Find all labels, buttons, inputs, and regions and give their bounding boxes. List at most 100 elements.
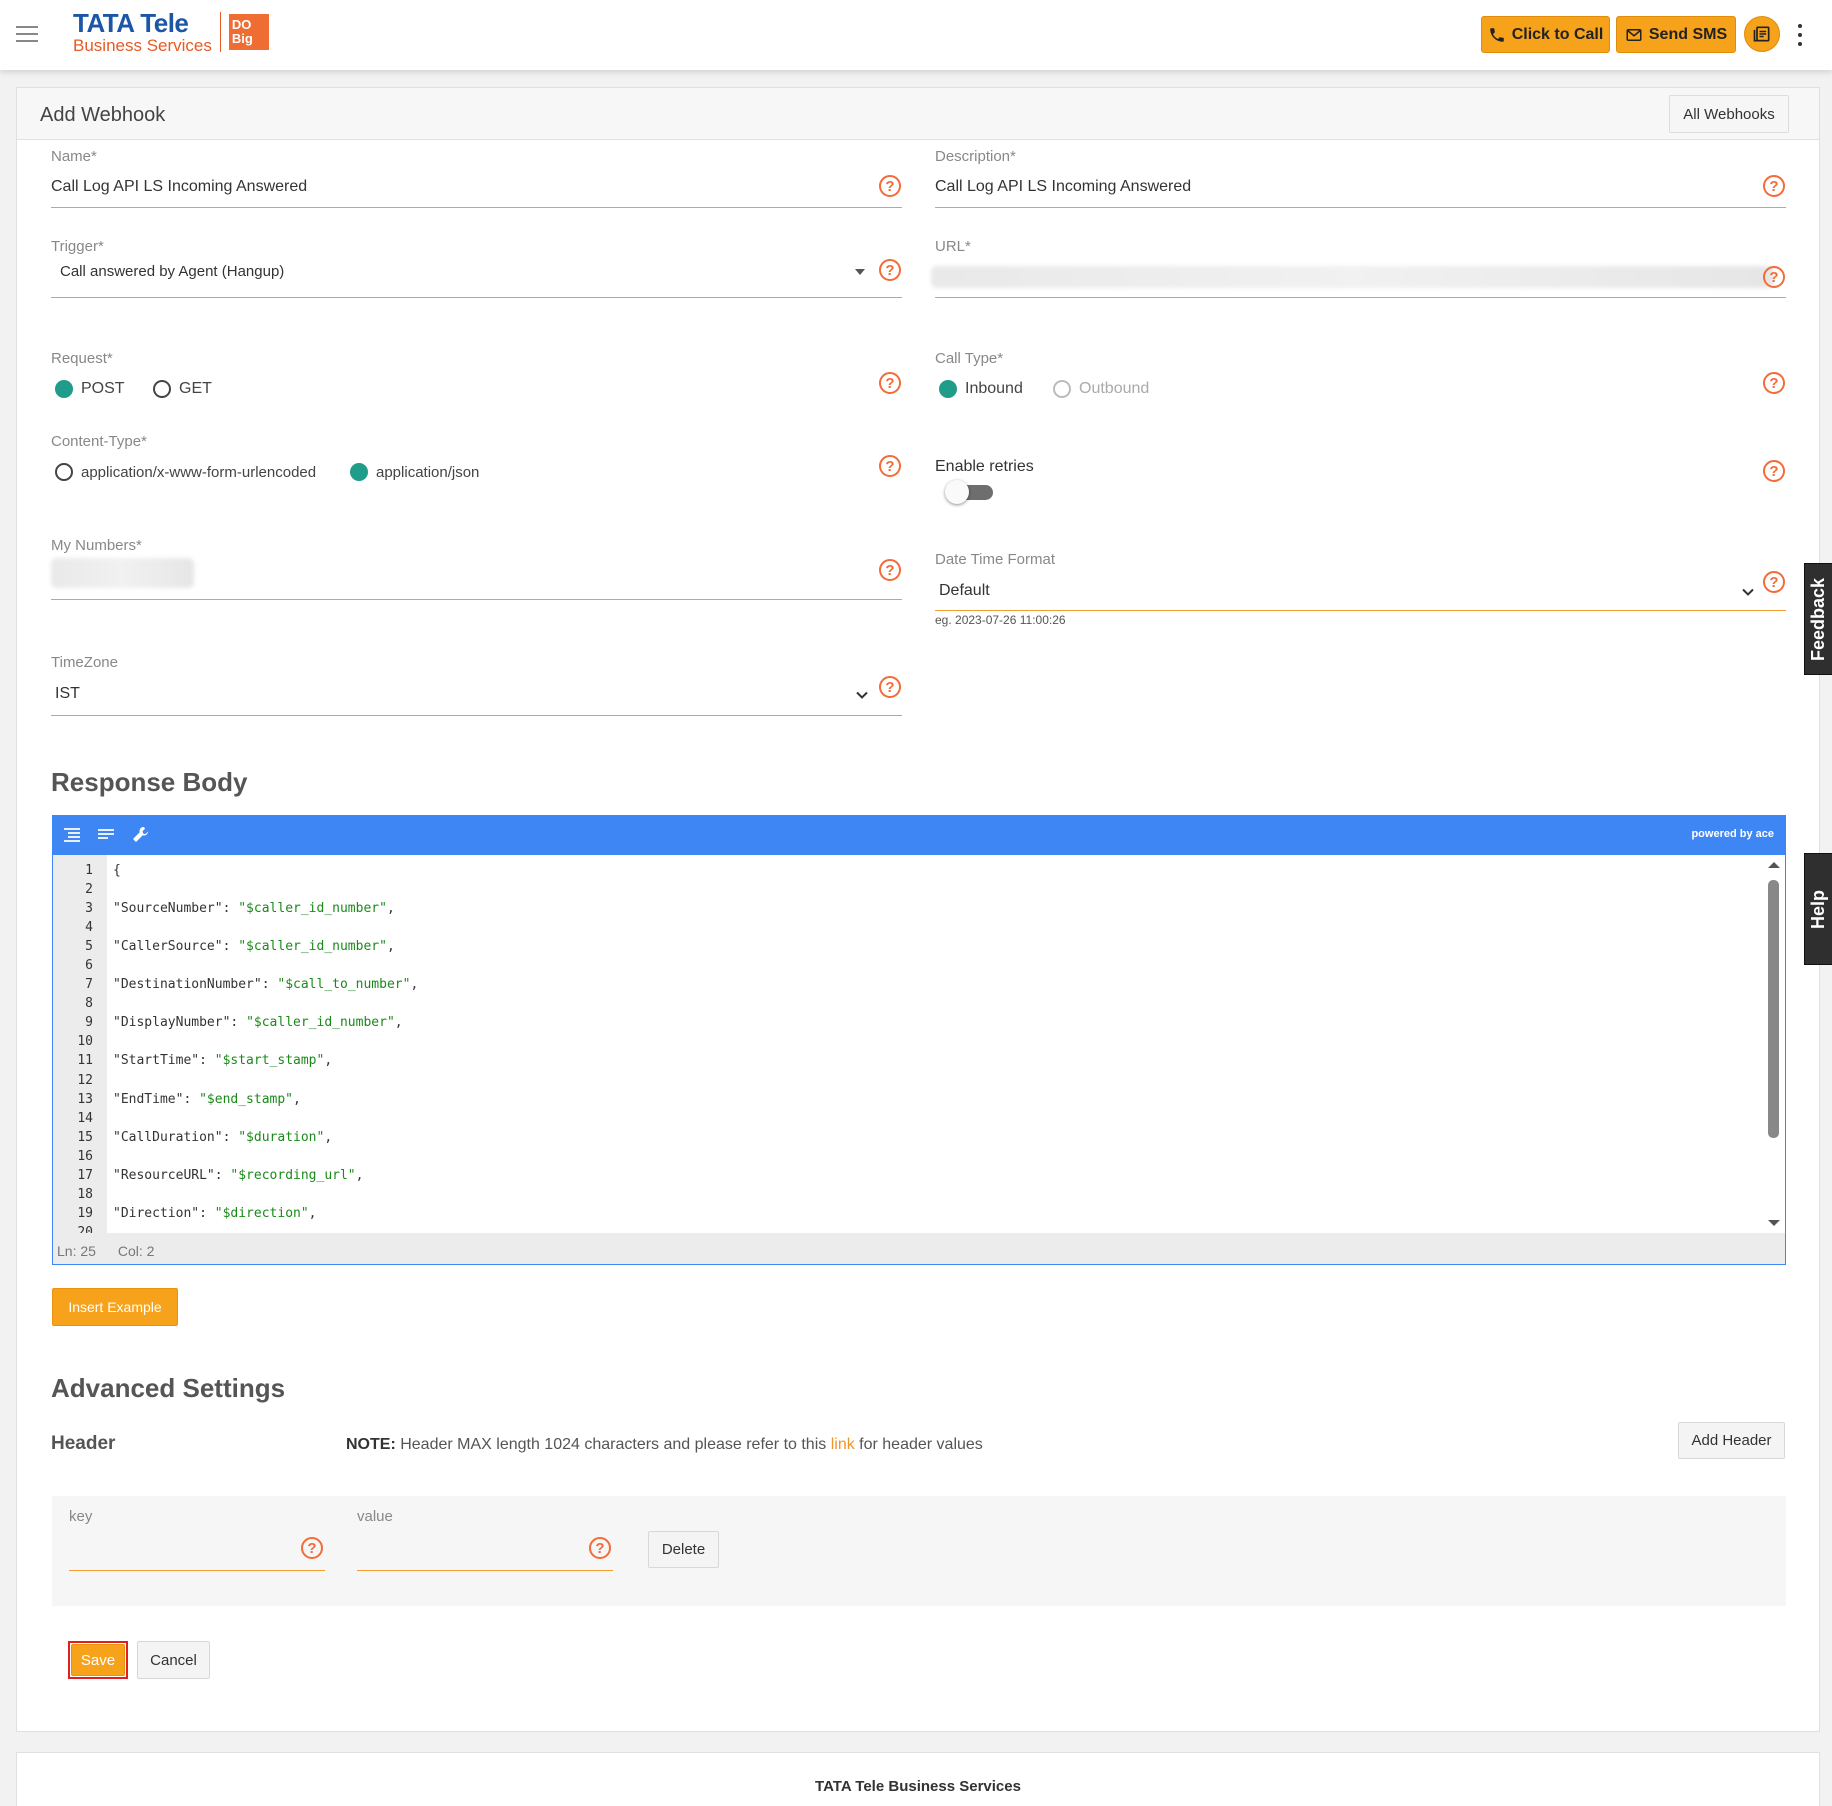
note-link[interactable]: link: [831, 1436, 855, 1453]
code-punct: ,: [324, 1053, 333, 1069]
logo-badge: DO Big: [228, 14, 269, 50]
note-prefix: NOTE:: [346, 1436, 396, 1453]
scroll-down-icon[interactable]: [1767, 1218, 1781, 1228]
editor-line-number: 4: [85, 920, 93, 936]
cursor-col: Col: 2: [117, 1243, 155, 1259]
call-type-help-icon[interactable]: ?: [1763, 372, 1785, 394]
enable-retries-help-icon[interactable]: ?: [1763, 460, 1785, 482]
scroll-up-icon[interactable]: [1767, 860, 1781, 870]
editor-code-line[interactable]: {: [113, 861, 418, 880]
chevron-down-icon[interactable]: [1741, 585, 1755, 599]
description-input[interactable]: Call Log API LS Incoming Answered: [935, 178, 1191, 196]
timezone-label: TimeZone: [51, 654, 118, 671]
editor-code-line[interactable]: [113, 994, 418, 1013]
url-help-icon[interactable]: ?: [1763, 266, 1785, 288]
description-help-icon[interactable]: ?: [1763, 175, 1785, 197]
date-time-format-help-icon[interactable]: ?: [1763, 571, 1785, 593]
feedback-tab[interactable]: Feedback: [1804, 563, 1832, 675]
editor-code-line[interactable]: "CallerSource": "$caller_id_number",: [113, 937, 418, 956]
content-type-json-radio[interactable]: application/json: [350, 463, 479, 481]
my-numbers-underline: [51, 599, 902, 600]
notes-button[interactable]: [1744, 16, 1780, 52]
enable-retries-toggle[interactable]: [945, 480, 995, 504]
content-type-help-icon[interactable]: ?: [879, 455, 901, 477]
brand-logo[interactable]: TATA Tele Business Services DO Big: [73, 10, 269, 54]
wrench-icon[interactable]: [129, 824, 151, 846]
editor-code-line[interactable]: [113, 1032, 418, 1051]
editor-code-line[interactable]: "CallDuration": "$duration",: [113, 1128, 418, 1147]
header-key-input[interactable]: [69, 1570, 325, 1571]
header-key-label: key: [69, 1508, 93, 1525]
my-numbers-help-icon[interactable]: ?: [879, 559, 901, 581]
name-underline: [51, 207, 902, 208]
header-value-help-icon[interactable]: ?: [589, 1537, 611, 1559]
code-value: "$recording_url": [230, 1167, 356, 1183]
editor-code-line[interactable]: "DisplayNumber": "$caller_id_number",: [113, 1013, 418, 1032]
editor-code-line[interactable]: "Direction": "$direction",: [113, 1204, 418, 1223]
timezone-select[interactable]: IST: [55, 685, 80, 703]
editor-code-line[interactable]: [113, 918, 418, 937]
editor-code[interactable]: { "SourceNumber": "$caller_id_number", "Ca…: [113, 861, 418, 1242]
code-key: "CallerSource":: [113, 939, 239, 955]
trigger-select[interactable]: Call answered by Agent (Hangup): [60, 263, 284, 280]
header-key-help-icon[interactable]: ?: [301, 1537, 323, 1559]
code-value: "$caller_id_number": [238, 939, 387, 955]
hamburger-menu-icon[interactable]: [16, 26, 38, 42]
my-numbers-redacted[interactable]: [51, 558, 194, 588]
editor-scrollbar-thumb[interactable]: [1768, 880, 1779, 1138]
editor-code-line[interactable]: "ResourceURL": "$recording_url",: [113, 1166, 418, 1185]
chevron-down-icon[interactable]: [855, 688, 869, 702]
call-type-inbound-radio[interactable]: Inbound: [939, 380, 1023, 398]
powered-by-ace: powered by ace: [1691, 828, 1774, 840]
code-value: "$duration": [238, 1129, 325, 1145]
call-type-outbound-radio[interactable]: Outbound: [1053, 380, 1149, 398]
request-help-icon[interactable]: ?: [879, 372, 901, 394]
cancel-button[interactable]: Cancel: [137, 1641, 210, 1679]
insert-example-button[interactable]: Insert Example: [52, 1288, 178, 1326]
code-punct: ,: [355, 1167, 364, 1183]
name-help-icon[interactable]: ?: [879, 175, 901, 197]
editor-code-line[interactable]: [113, 1147, 418, 1166]
editor-code-line[interactable]: [113, 956, 418, 975]
editor-code-line[interactable]: "SourceNumber": "$caller_id_number",: [113, 899, 418, 918]
editor-line-number: 9: [85, 1015, 93, 1031]
editor-code-line[interactable]: [113, 1109, 418, 1128]
delete-header-button[interactable]: Delete: [648, 1531, 719, 1568]
name-input[interactable]: Call Log API LS Incoming Answered: [51, 178, 307, 196]
send-sms-button[interactable]: Send SMS: [1616, 16, 1736, 53]
format-icon[interactable]: [61, 824, 83, 846]
compact-icon[interactable]: [95, 824, 117, 846]
editor-code-line[interactable]: [113, 1071, 418, 1090]
editor-code-line[interactable]: [113, 1185, 418, 1204]
click-to-call-button[interactable]: Click to Call: [1481, 16, 1610, 53]
header-value-input[interactable]: [357, 1570, 613, 1571]
trigger-help-icon[interactable]: ?: [879, 259, 901, 281]
note-text: Header MAX length 1024 characters and pl…: [395, 1436, 831, 1453]
editor-code-line[interactable]: "EndTime": "$end_stamp",: [113, 1090, 418, 1109]
code-punct: ,: [308, 1205, 317, 1221]
response-body-editor[interactable]: powered by ace 1 2 3 4 5 6 7 8 9 10 11 12 13 14 15 16 17…: [52, 815, 1786, 1265]
request-post-label: POST: [81, 380, 125, 397]
description-label: Description*: [935, 148, 1016, 165]
content-type-urlencoded-label: application/x-www-form-urlencoded: [81, 463, 317, 481]
enable-retries-label: Enable retries: [935, 458, 1034, 475]
mail-icon: [1626, 28, 1642, 41]
save-button[interactable]: Save: [71, 1644, 125, 1676]
content-type-urlencoded-radio[interactable]: application/x-www-form-urlencoded: [55, 463, 316, 481]
notes-icon: [1753, 26, 1770, 42]
help-tab[interactable]: Help: [1804, 853, 1832, 965]
date-time-format-select[interactable]: Default: [939, 582, 990, 600]
request-get-radio[interactable]: GET: [153, 380, 212, 398]
editor-code-line[interactable]: "StartTime": "$start_stamp",: [113, 1051, 418, 1070]
timezone-help-icon[interactable]: ?: [879, 676, 901, 698]
all-webhooks-button[interactable]: All Webhooks: [1669, 95, 1789, 133]
logo-badge-bottom: Big: [231, 31, 253, 46]
trigger-caret-icon[interactable]: [855, 269, 865, 275]
more-options-icon[interactable]: [1796, 24, 1804, 46]
editor-code-line[interactable]: [113, 880, 418, 899]
editor-code-line[interactable]: "DestinationNumber": "$call_to_number",: [113, 975, 418, 994]
add-header-button[interactable]: Add Header: [1678, 1422, 1785, 1459]
request-post-radio[interactable]: POST: [55, 380, 125, 398]
editor-line-number: 10: [77, 1034, 93, 1050]
url-input-redacted[interactable]: [931, 266, 1774, 288]
